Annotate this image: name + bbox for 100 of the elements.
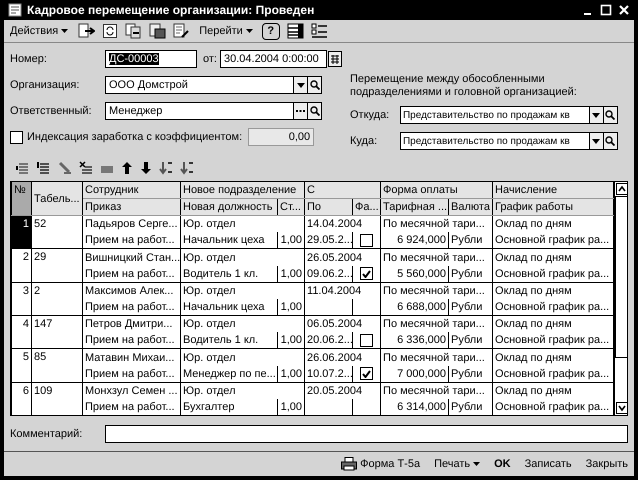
row-number-cell[interactable]: 4 [12, 316, 32, 349]
column-header[interactable]: С [304, 182, 381, 199]
column-header[interactable]: Ст... [278, 198, 305, 216]
print-form-button[interactable]: Форма Т-5а [339, 457, 422, 472]
table-cell: Оклад по дням [492, 348, 614, 366]
search-button[interactable] [308, 102, 322, 120]
table-cell: 5 560,000 [380, 266, 449, 282]
row-number-cell[interactable]: 3 [12, 282, 32, 316]
table-cell: Начальник цеха [180, 298, 278, 316]
window-title: Кадровое перемещение организации: Проведен [27, 3, 316, 18]
to-field[interactable]: Представительство по продажам кв [400, 132, 590, 150]
row-number-cell[interactable]: 2 [12, 248, 32, 282]
row-number-cell[interactable]: 1 [12, 216, 32, 249]
table-cell: Рубли [448, 232, 493, 249]
table-icon[interactable] [286, 23, 304, 40]
table-cell: По месячной тари... [380, 282, 493, 299]
column-header[interactable]: Приказ [82, 198, 180, 216]
table-cell: 6 924,000 [380, 232, 449, 249]
column-header[interactable]: Новое подразделение [180, 182, 305, 199]
actions-menu[interactable]: Действия [8, 25, 70, 38]
table-cell: 1,00 [278, 232, 305, 249]
copy-row-icon[interactable] [37, 161, 51, 176]
table-cell: 10.07.2... [307, 368, 352, 380]
table-cell: Основной график ра... [492, 232, 614, 249]
document-arrow-icon[interactable] [77, 23, 96, 40]
table-cell: Петров Дмитри... [82, 316, 180, 332]
search-button[interactable] [308, 76, 322, 94]
arrow-up-icon[interactable] [121, 161, 133, 176]
column-header[interactable]: По [304, 198, 353, 216]
print-menu[interactable]: Печать [432, 458, 482, 470]
caret-icon [592, 112, 600, 118]
table-cell: Основной график ра... [492, 332, 614, 349]
scroll-up-icon[interactable] [616, 183, 627, 196]
number-field[interactable]: ДС-00003 [105, 50, 197, 68]
ellipsis-icon [296, 110, 305, 112]
delete-row-icon[interactable] [79, 161, 93, 176]
scrollbar[interactable] [614, 182, 627, 416]
document-edit-icon[interactable] [173, 23, 190, 40]
column-header[interactable]: Табель... [32, 182, 82, 216]
table-cell: 09.06.2... [307, 268, 352, 280]
ok-button[interactable]: OK [492, 458, 513, 470]
to-label: Куда: [350, 135, 378, 148]
column-header[interactable]: Валюта [448, 198, 493, 216]
column-header[interactable]: График работы [492, 198, 614, 216]
row-number-cell[interactable]: 5 [12, 348, 32, 382]
responsible-field[interactable]: Менеджер [105, 102, 294, 120]
organization-field[interactable]: ООО Домстрой [105, 76, 294, 94]
from-field[interactable]: Представительство по продажам кв [400, 106, 590, 124]
table-cell: По месячной тари... [380, 316, 493, 332]
checklist-icon[interactable] [310, 23, 328, 40]
scroll-down-icon[interactable] [616, 402, 627, 414]
column-header[interactable]: Начисление [492, 182, 614, 199]
date-field[interactable]: 30.04.2004 0:00:00 [220, 50, 327, 68]
table-cell: Основной график ра... [492, 298, 614, 316]
dropdown-button[interactable] [294, 76, 308, 94]
table-cell: Оклад по дням [492, 248, 614, 266]
fact-checkbox[interactable] [360, 334, 374, 347]
coefficient-field[interactable]: 0,00 [248, 128, 314, 146]
fact-checkbox[interactable] [360, 367, 374, 380]
close-icon[interactable] [618, 4, 630, 16]
table-cell: 1,00 [278, 332, 305, 349]
table-cell: 26.06.2004 [304, 348, 381, 366]
fact-checkbox[interactable] [360, 234, 374, 247]
column-header[interactable]: Фа... [352, 198, 381, 216]
fact-checkbox[interactable] [360, 267, 374, 280]
comment-field[interactable] [105, 425, 628, 444]
search-button[interactable] [604, 106, 618, 124]
table-cell: Основной график ра... [492, 398, 614, 416]
calendar-icon[interactable] [328, 51, 342, 68]
indexation-checkbox[interactable] [10, 130, 23, 144]
responsible-label: Ответственный: [10, 105, 93, 118]
column-header[interactable]: Сотрудник [82, 182, 180, 199]
add-row-icon[interactable] [16, 161, 30, 176]
ellipsis-button[interactable] [294, 102, 308, 120]
table-cell: По месячной тари... [380, 248, 493, 266]
column-header[interactable]: № [12, 182, 32, 216]
table-cell: Оклад по дням [492, 216, 614, 232]
document-stack-icon[interactable] [149, 23, 166, 40]
search-icon [310, 106, 320, 116]
refresh-icon[interactable] [102, 23, 118, 40]
table-cell: По месячной тари... [380, 382, 493, 399]
column-header[interactable]: Форма оплаты [380, 182, 493, 199]
save-button[interactable]: Записать [522, 458, 574, 470]
dropdown-button[interactable] [590, 106, 604, 124]
goto-menu[interactable]: Перейти [197, 25, 255, 38]
row-number-cell[interactable]: 6 [12, 382, 32, 416]
maximize-icon[interactable] [600, 4, 612, 16]
search-button[interactable] [604, 132, 618, 150]
column-header[interactable]: Тарифная ... [380, 198, 449, 216]
table-cell: По месячной тари... [380, 216, 493, 232]
column-header[interactable]: Новая должность [180, 198, 278, 216]
table-cell: 29 [32, 248, 82, 282]
arrow-down-icon[interactable] [140, 161, 152, 176]
help-button[interactable]: ? [262, 22, 280, 40]
date-label: от: [203, 53, 217, 66]
close-button[interactable]: Закрыть [584, 458, 630, 470]
dropdown-button[interactable] [590, 132, 604, 150]
sort-ascending-icon[interactable] [159, 161, 173, 176]
documents-icon[interactable] [125, 23, 142, 40]
sort-descending-icon[interactable] [180, 161, 194, 176]
